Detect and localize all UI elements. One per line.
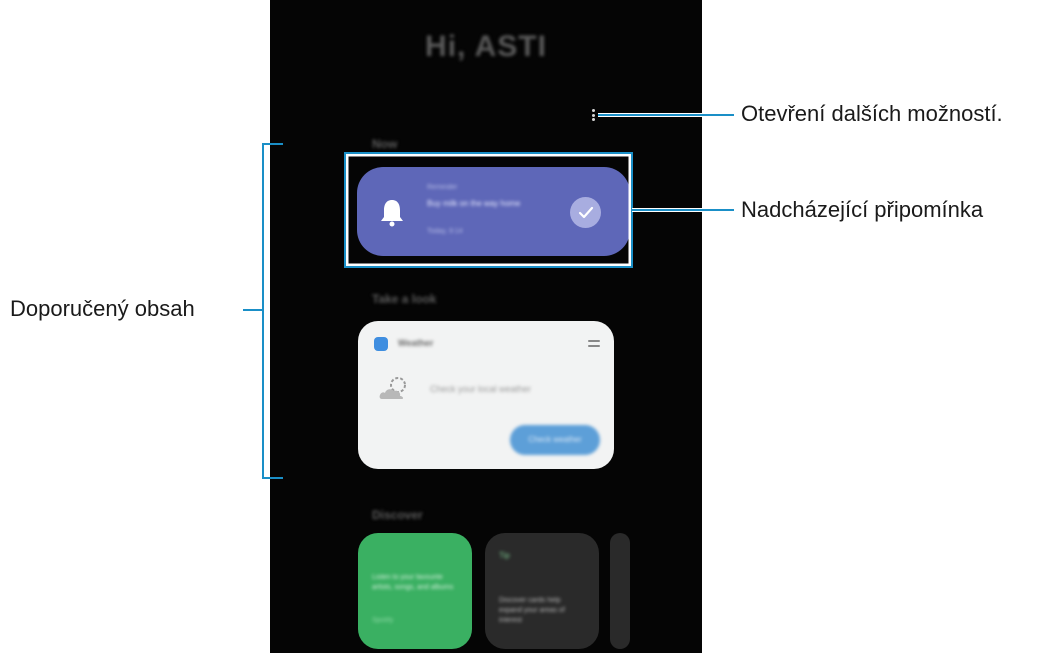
callout-recommended-content: Doporučený obsah <box>10 296 195 321</box>
callout-upcoming-reminder: Nadcházející připomínka <box>741 197 984 222</box>
callout-lines <box>243 113 734 479</box>
callout-more-options: Otevření dalších možností. <box>741 101 1003 126</box>
